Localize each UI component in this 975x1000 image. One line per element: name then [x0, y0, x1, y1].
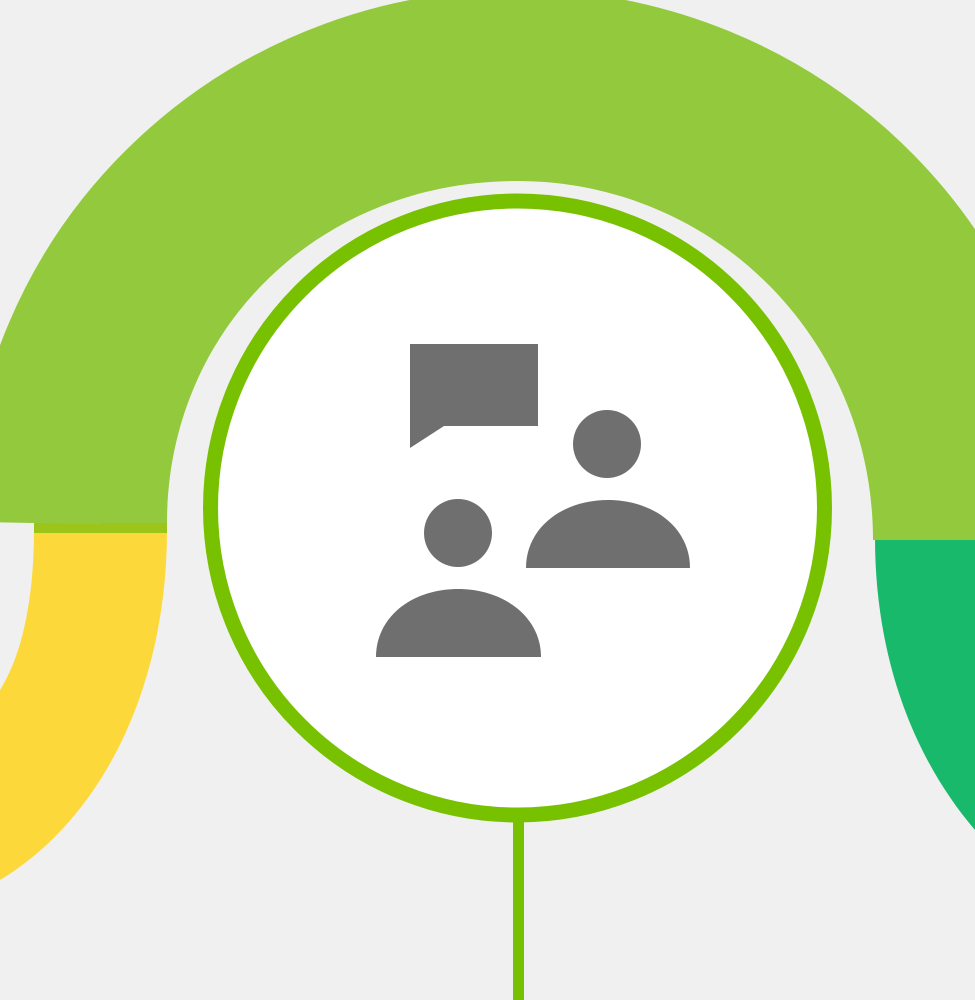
person-right-head: [573, 410, 641, 478]
timeline-diagram: [0, 0, 975, 1000]
person-left-head: [424, 499, 492, 567]
node-ring: [203, 193, 832, 823]
connector-line: [513, 812, 524, 1000]
